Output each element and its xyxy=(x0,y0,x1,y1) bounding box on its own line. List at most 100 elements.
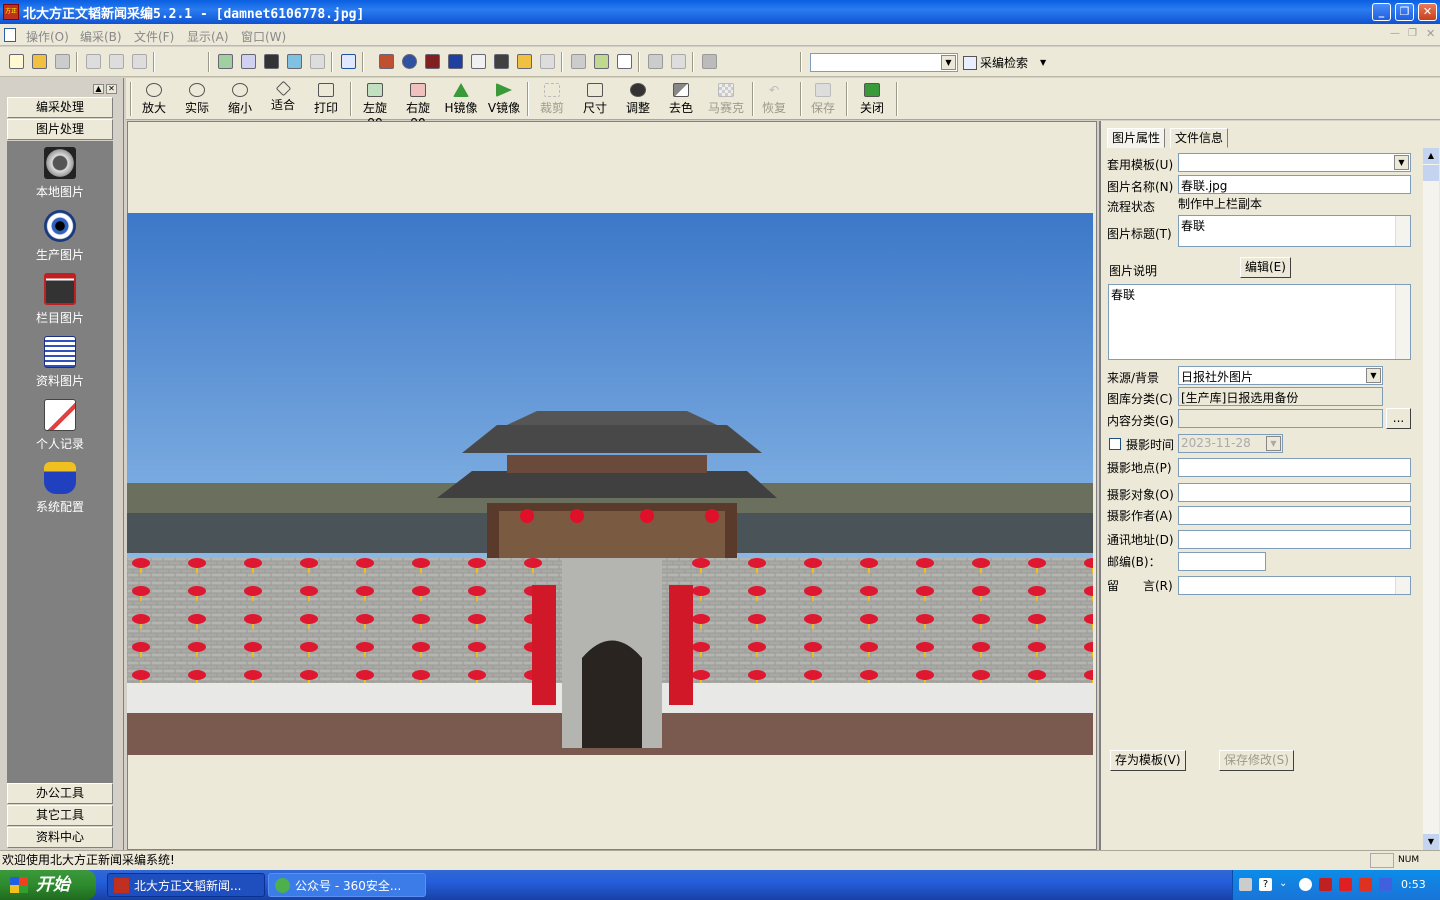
panel-close-icon[interactable]: ✕ xyxy=(106,84,117,94)
mdi-restore-icon[interactable]: ❐ xyxy=(1408,28,1417,39)
adjust-button[interactable]: 调整 xyxy=(622,81,654,117)
dropdown-arrow-icon[interactable]: ▼ xyxy=(1040,58,1046,67)
photo-icon[interactable] xyxy=(425,54,440,69)
actual-size-button[interactable]: 实际 xyxy=(181,81,213,117)
menu-view[interactable]: 显示(A) xyxy=(187,28,229,45)
shoot-place-field[interactable] xyxy=(1178,458,1411,477)
image-name-field[interactable]: 春联.jpg xyxy=(1178,175,1411,194)
search-scope-select[interactable]: ▼ xyxy=(810,53,958,72)
tab-file-info[interactable]: 文件信息 xyxy=(1170,128,1229,148)
properties-scrollbar[interactable]: ▲ ▼ xyxy=(1423,148,1439,850)
rotate-left-button[interactable]: 左旋90 xyxy=(356,81,394,130)
desaturate-button[interactable]: 去色 xyxy=(665,81,697,117)
shield-icon[interactable] xyxy=(1379,878,1392,891)
close-button[interactable]: ✕ xyxy=(1418,3,1437,21)
taskbar-item-editor[interactable]: 北大方正文韬新闻... xyxy=(107,873,265,897)
save-changes-button[interactable]: 保存修改(S) xyxy=(1219,750,1294,771)
nav-local-images[interactable]: 本地图片 xyxy=(7,147,113,200)
scroll-thumb[interactable] xyxy=(1423,165,1439,181)
expand-tray-icon[interactable]: ⌄ xyxy=(1279,878,1292,891)
copy-icon[interactable] xyxy=(86,54,101,69)
taskbar-item-browser[interactable]: 公众号 - 360安全... xyxy=(268,873,426,897)
print-preview-icon[interactable] xyxy=(310,54,325,69)
restore-button[interactable]: ❐ xyxy=(1395,3,1414,21)
menu-operate[interactable]: 操作(O) xyxy=(26,28,69,45)
diamond-icon[interactable] xyxy=(241,54,256,69)
grid-icon[interactable] xyxy=(264,54,279,69)
menu-edit[interactable]: 编采(B) xyxy=(80,28,122,45)
shoot-author-field[interactable] xyxy=(1178,506,1411,525)
shoot-date-checkbox[interactable] xyxy=(1109,438,1121,450)
description-field[interactable]: 春联 xyxy=(1108,284,1411,360)
source-select[interactable]: 日报社外图片 ▼ xyxy=(1178,366,1383,385)
help-icon[interactable]: ? xyxy=(1259,878,1272,891)
tab-other-tools[interactable]: 其它工具 xyxy=(7,805,113,826)
fit-button[interactable]: 适合 xyxy=(267,80,299,117)
zoom-out-button[interactable]: 缩小 xyxy=(224,81,256,117)
users-icon[interactable] xyxy=(132,54,147,69)
flash-icon[interactable] xyxy=(1319,878,1332,891)
menu-window[interactable]: 窗口(W) xyxy=(241,28,286,45)
template-select[interactable]: ▼ xyxy=(1178,153,1411,172)
scrollbar[interactable] xyxy=(1395,285,1410,359)
scroll-down-icon[interactable]: ▼ xyxy=(1423,834,1439,850)
eye-icon[interactable] xyxy=(402,54,417,69)
h-mirror-button[interactable]: H镜像 xyxy=(444,81,478,117)
chevron-down-icon[interactable]: ▼ xyxy=(1366,368,1381,383)
save-icon[interactable] xyxy=(55,54,70,69)
minimize-button[interactable]: _ xyxy=(1372,3,1391,21)
shoot-object-field[interactable] xyxy=(1178,483,1411,502)
tab-office-tools[interactable]: 办公工具 xyxy=(7,783,113,804)
phone-icon[interactable] xyxy=(341,54,356,69)
crop-button[interactable]: 裁剪 xyxy=(536,81,568,117)
tab-editing[interactable]: 编采处理 xyxy=(7,97,113,118)
zip-field[interactable] xyxy=(1178,552,1266,571)
image-title-field[interactable]: 春联 xyxy=(1178,215,1411,247)
menu-file[interactable]: 文件(F) xyxy=(134,28,174,45)
scrollbar[interactable] xyxy=(1395,216,1410,246)
print-button[interactable]: 打印 xyxy=(310,81,342,117)
disk-icon[interactable] xyxy=(540,54,555,69)
page-icon[interactable] xyxy=(448,54,463,69)
ati-icon[interactable] xyxy=(1339,878,1352,891)
chevron-down-icon[interactable]: ▼ xyxy=(1394,155,1409,170)
mdi-close-icon[interactable]: ✕ xyxy=(1426,27,1435,40)
open-folder-icon[interactable] xyxy=(32,54,47,69)
monitor-icon[interactable] xyxy=(494,54,509,69)
size-button[interactable]: 尺寸 xyxy=(579,81,611,117)
content-category-browse-button[interactable]: ... xyxy=(1386,408,1411,429)
checklist-icon[interactable] xyxy=(471,54,486,69)
nav-production-images[interactable]: 生产图片 xyxy=(7,210,113,263)
address-field[interactable] xyxy=(1178,530,1411,549)
keyboard-icon[interactable] xyxy=(1239,878,1252,891)
scroll-up-icon[interactable]: ▲ xyxy=(1423,148,1439,164)
clock[interactable]: 0:53 xyxy=(1401,878,1426,891)
tab-resource-center[interactable]: 资料中心 xyxy=(7,827,113,848)
archive-icon[interactable] xyxy=(571,54,586,69)
home-icon[interactable] xyxy=(671,54,686,69)
network-icon[interactable] xyxy=(1359,878,1372,891)
layout-icon[interactable] xyxy=(218,54,233,69)
chevron-down-icon[interactable]: ▼ xyxy=(941,55,956,70)
note-field[interactable] xyxy=(1178,576,1411,595)
zoom-in-button[interactable]: 放大 xyxy=(138,81,170,117)
new-icon[interactable] xyxy=(9,54,24,69)
save-image-button[interactable]: 保存 xyxy=(807,81,839,117)
transfer-icon[interactable] xyxy=(287,54,302,69)
360-icon[interactable] xyxy=(1299,878,1312,891)
restore-image-button[interactable]: ↶ 恢复 xyxy=(758,81,790,117)
v-mirror-button[interactable]: V镜像 xyxy=(487,81,521,117)
search-button[interactable]: 采编检索 ▼ xyxy=(963,53,1046,72)
close-image-button[interactable]: 关闭 xyxy=(856,81,888,117)
nav-personal-records[interactable]: 个人记录 xyxy=(7,399,113,452)
mdi-minimize-icon[interactable]: — xyxy=(1390,28,1400,39)
nav-column-images[interactable]: 栏目图片 xyxy=(7,273,113,326)
start-button[interactable]: 开始 xyxy=(0,870,96,900)
settings-icon[interactable] xyxy=(648,54,663,69)
mosaic-button[interactable]: 马赛克 xyxy=(706,81,746,117)
rotate-right-button[interactable]: 右旋90 xyxy=(399,81,437,130)
nav-archive-images[interactable]: 资料图片 xyxy=(7,336,113,389)
panel-pin-icon[interactable]: ▲ xyxy=(93,84,104,94)
people-icon[interactable] xyxy=(379,54,394,69)
link-icon[interactable] xyxy=(109,54,124,69)
